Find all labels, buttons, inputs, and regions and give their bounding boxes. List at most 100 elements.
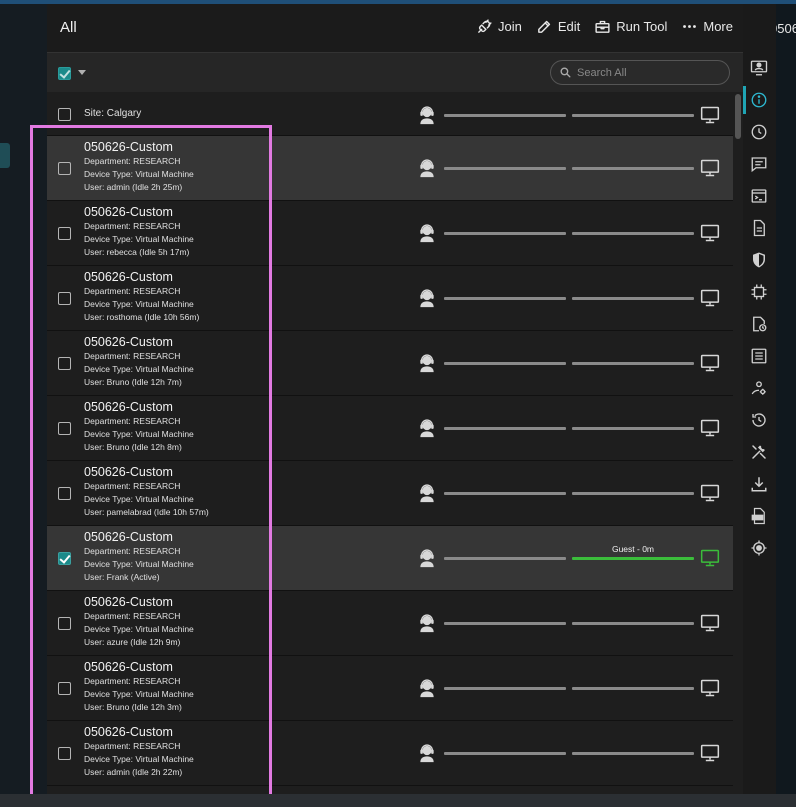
monitor-icon[interactable] — [700, 613, 720, 633]
device-department: Department: RESEARCH — [84, 546, 181, 556]
user-gear-icon[interactable] — [750, 379, 768, 397]
device-row[interactable]: 050626-Custom Department: RESEARCH Devic… — [47, 656, 733, 721]
chat-icon[interactable] — [750, 155, 768, 173]
document-icon[interactable] — [750, 219, 768, 237]
row-checkbox[interactable] — [58, 422, 71, 435]
device-row[interactable]: 050626-Custom Department: RESEARCH Devic… — [47, 721, 733, 786]
device-row[interactable]: 050626-Custom Department: RESEARCH Devic… — [47, 396, 733, 461]
session-bar — [572, 427, 694, 430]
device-info: 050626-Custom Department: RESEARCH Devic… — [84, 595, 194, 649]
row-checkbox[interactable] — [58, 357, 71, 370]
more-label: More — [703, 19, 733, 34]
row-checkbox[interactable] — [58, 552, 71, 565]
monitor-icon[interactable] — [700, 288, 720, 308]
terminal-icon[interactable] — [750, 187, 768, 205]
info-icon[interactable] — [750, 91, 768, 109]
device-row[interactable]: 050626-Custom Department: RESEARCH Devic… — [47, 331, 733, 396]
status-bar — [444, 167, 566, 170]
list-scrollbar[interactable] — [735, 94, 741, 139]
monitor-icon[interactable] — [700, 548, 720, 568]
device-department: Department: RESEARCH — [84, 676, 181, 686]
device-department: Department: RESEARCH — [84, 221, 181, 231]
panel-header: All Join Edit Run Tool More — [47, 4, 743, 52]
device-user: User: rebecca (Idle 5h 17m) — [84, 247, 190, 257]
device-name: 050626-Custom — [84, 530, 173, 544]
monitor-icon[interactable] — [700, 678, 720, 698]
device-row[interactable]: 050626-Custom Department: RESEARCH Devic… — [47, 461, 733, 526]
row-checkbox[interactable] — [58, 747, 71, 760]
guest-session-label: Guest - 0m — [611, 544, 655, 554]
row-checkbox[interactable] — [58, 682, 71, 695]
download-icon[interactable] — [750, 475, 768, 493]
run-tool-button[interactable]: Run Tool — [594, 18, 667, 35]
device-list: Site: Calgary 050626-Custom Department: … — [47, 94, 733, 786]
row-checkbox[interactable] — [58, 162, 71, 175]
toolbar: Join Edit Run Tool More — [476, 18, 733, 35]
search-input[interactable] — [577, 64, 722, 81]
monitor-icon[interactable] — [700, 158, 720, 178]
pdf-icon[interactable] — [750, 507, 768, 525]
device-row[interactable]: 050626-Custom Department: RESEARCH Devic… — [47, 526, 733, 591]
device-user: User: rosthoma (Idle 10h 56m) — [84, 312, 200, 322]
monitor-icon[interactable] — [700, 353, 720, 373]
device-user: User: pamelabrad (Idle 10h 57m) — [84, 507, 209, 517]
device-type: Device Type: Virtual Machine — [84, 689, 194, 699]
device-info: 050626-Custom Department: RESEARCH Devic… — [84, 465, 209, 519]
device-info: 050626-Custom Department: RESEARCH Devic… — [84, 660, 194, 714]
device-department: Department: RESEARCH — [84, 741, 181, 751]
device-department: Department: RESEARCH — [84, 611, 181, 621]
device-type: Device Type: Virtual Machine — [84, 754, 194, 764]
status-bar — [444, 114, 566, 117]
clock-icon[interactable] — [750, 123, 768, 141]
monitor-icon[interactable] — [700, 223, 720, 243]
search-icon — [560, 67, 571, 78]
row-checkbox[interactable] — [58, 487, 71, 500]
agent-icon — [420, 744, 434, 763]
tools-icon[interactable] — [750, 443, 768, 461]
toolbox-icon — [595, 20, 610, 33]
list-icon[interactable] — [750, 347, 768, 365]
site-row[interactable]: Site: Calgary — [47, 94, 733, 136]
file-clock-icon[interactable] — [750, 315, 768, 333]
device-type: Device Type: Virtual Machine — [84, 624, 194, 634]
secondary-panel-title: 0506 — [776, 21, 796, 36]
secondary-panel-edge: 0506 — [776, 4, 796, 794]
device-row[interactable]: 050626-Custom Department: RESEARCH Devic… — [47, 201, 733, 266]
more-button[interactable]: More — [681, 18, 733, 35]
target-icon[interactable] — [750, 539, 768, 557]
row-checkbox[interactable] — [58, 292, 71, 305]
device-info: 050626-Custom Department: RESEARCH Devic… — [84, 140, 194, 194]
left-nav-indicator[interactable] — [0, 143, 10, 168]
site-checkbox[interactable] — [58, 108, 71, 121]
page-title: All — [60, 19, 77, 36]
session-bar — [572, 557, 694, 560]
edit-button[interactable]: Edit — [536, 18, 580, 35]
session-bar — [572, 232, 694, 235]
chip-icon[interactable] — [750, 283, 768, 301]
row-checkbox[interactable] — [58, 617, 71, 630]
device-info: 050626-Custom Department: RESEARCH Devic… — [84, 270, 199, 324]
select-menu-caret-icon[interactable] — [78, 70, 86, 75]
device-user: User: admin (Idle 2h 22m) — [84, 767, 183, 777]
monitor-icon[interactable] — [700, 743, 720, 763]
history-icon[interactable] — [750, 411, 768, 429]
join-button[interactable]: Join — [476, 18, 522, 35]
device-row[interactable]: 050626-Custom Department: RESEARCH Devic… — [47, 266, 733, 331]
session-bar — [572, 114, 694, 117]
device-row[interactable]: 050626-Custom Department: RESEARCH Devic… — [47, 591, 733, 656]
device-department: Department: RESEARCH — [84, 286, 181, 296]
monitor-icon[interactable] — [700, 105, 720, 125]
shield-icon[interactable] — [750, 251, 768, 269]
row-checkbox[interactable] — [58, 227, 71, 240]
monitor-icon[interactable] — [700, 483, 720, 503]
device-name: 050626-Custom — [84, 400, 173, 414]
device-name: 050626-Custom — [84, 660, 173, 674]
screen-share-icon[interactable] — [750, 59, 768, 77]
select-all-checkbox[interactable] — [58, 67, 71, 80]
bottom-bar — [0, 794, 796, 807]
device-type: Device Type: Virtual Machine — [84, 364, 194, 374]
agent-icon — [420, 679, 434, 698]
device-row[interactable]: 050626-Custom Department: RESEARCH Devic… — [47, 136, 733, 201]
monitor-icon[interactable] — [700, 418, 720, 438]
session-bar — [572, 167, 694, 170]
